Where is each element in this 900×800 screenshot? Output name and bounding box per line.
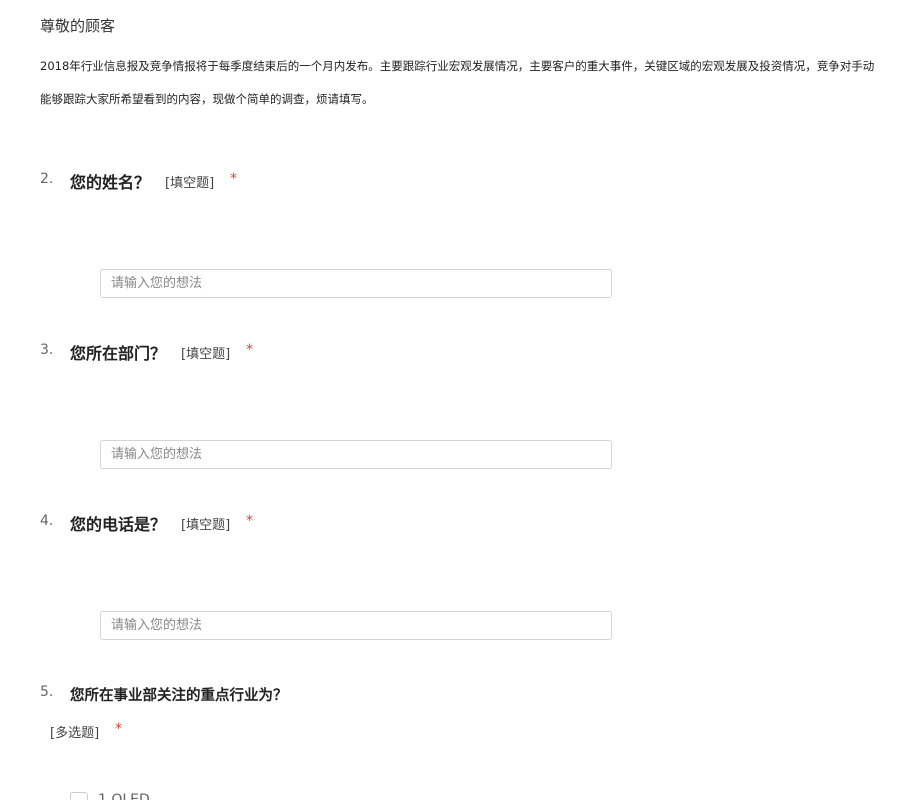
required-marker: * [115, 721, 122, 737]
question-number: 2. [40, 171, 54, 187]
question-number: 3. [40, 342, 54, 358]
question-number: 4. [40, 513, 54, 529]
question-number: 5. [40, 684, 54, 700]
greeting-heading: 尊敬的顾客 [40, 17, 116, 35]
department-input[interactable] [100, 440, 612, 469]
phone-input[interactable] [100, 611, 612, 640]
survey-page: 尊敬的顾客 2018年行业信息报及竞争情报将于每季度结束后的一个月内发布。主要跟… [0, 0, 900, 800]
question-title: 您的电话是？ [70, 515, 167, 534]
question-title: 您所在部门？ [70, 344, 167, 363]
question-type-label: [填空题] [181, 347, 231, 362]
question-title: 您所在事业部关注的重点行业为？ [70, 688, 288, 704]
checkbox[interactable] [70, 792, 88, 800]
question-type-label: [多选题] [50, 726, 100, 741]
intro-text-line-1: 2018年行业信息报及竞争情报将于每季度结束后的一个月内发布。主要跟踪行业宏观发… [40, 59, 875, 73]
required-marker: * [230, 171, 237, 187]
required-marker: * [246, 342, 253, 358]
intro-text-line-2: 能够跟踪大家所希望看到的内容，现做个简单的调查，烦请填写。 [40, 92, 374, 106]
name-input[interactable] [100, 269, 612, 298]
question-type-label: [填空题] [181, 518, 231, 533]
question-title: 您的姓名？ [70, 173, 151, 192]
option-label: 1.OLED [98, 792, 150, 800]
question-type-label: [填空题] [165, 176, 215, 191]
required-marker: * [246, 513, 253, 529]
